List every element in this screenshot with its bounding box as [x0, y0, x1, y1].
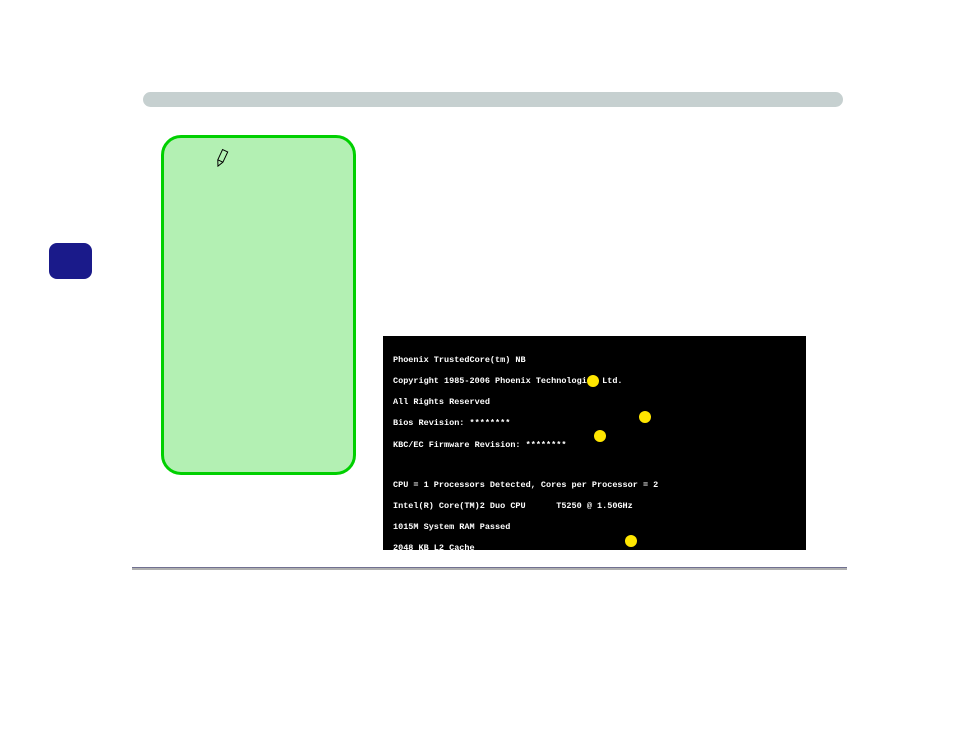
note-callout-box: [161, 135, 356, 475]
callout-marker: [625, 535, 637, 547]
pencil-icon: [211, 146, 236, 174]
header-divider: [143, 92, 843, 107]
callout-marker: [587, 375, 599, 387]
bios-line: 2048 KB L2 Cache: [393, 543, 796, 554]
bios-line: Mouse intialized: [393, 650, 796, 661]
bios-line: Bios Revision: ********: [393, 418, 796, 429]
bios-line: Fixed Disk 0: FUJITSU MHW2100BH: [393, 607, 796, 618]
bios-text: T5250 @ 1.50GHz: [556, 501, 633, 511]
bios-line: Phoenix TrustedCore(tm) NB: [393, 355, 796, 366]
bios-line: KBC/EC Firmware Revision: ********: [393, 440, 796, 451]
bios-line: All Rights Reserved: [393, 397, 796, 408]
bios-line: Video BIOS shadowed: [393, 586, 796, 597]
callout-marker: [639, 411, 651, 423]
bios-line: ATAPI CD-ROM: Optiarc DVD RW AD-7530B: [393, 628, 796, 639]
bios-line: CPU = 1 Processors Detected, Cores per P…: [393, 480, 796, 491]
bios-line: 1015M System RAM Passed: [393, 522, 796, 533]
side-tab: [49, 243, 92, 279]
bios-line: Press <F2> to enter SETUP: [393, 723, 796, 734]
callout-marker: [594, 430, 606, 442]
bios-line: Intel(R) Core(TM)2 Duo CPU T5250 @ 1.50G…: [393, 501, 796, 512]
bios-text: Intel(R) Core(TM)2 Duo CPU: [393, 501, 526, 511]
footer-divider: [132, 567, 847, 570]
bios-post-screen: Phoenix TrustedCore(tm) NB Copyright 198…: [383, 336, 806, 550]
